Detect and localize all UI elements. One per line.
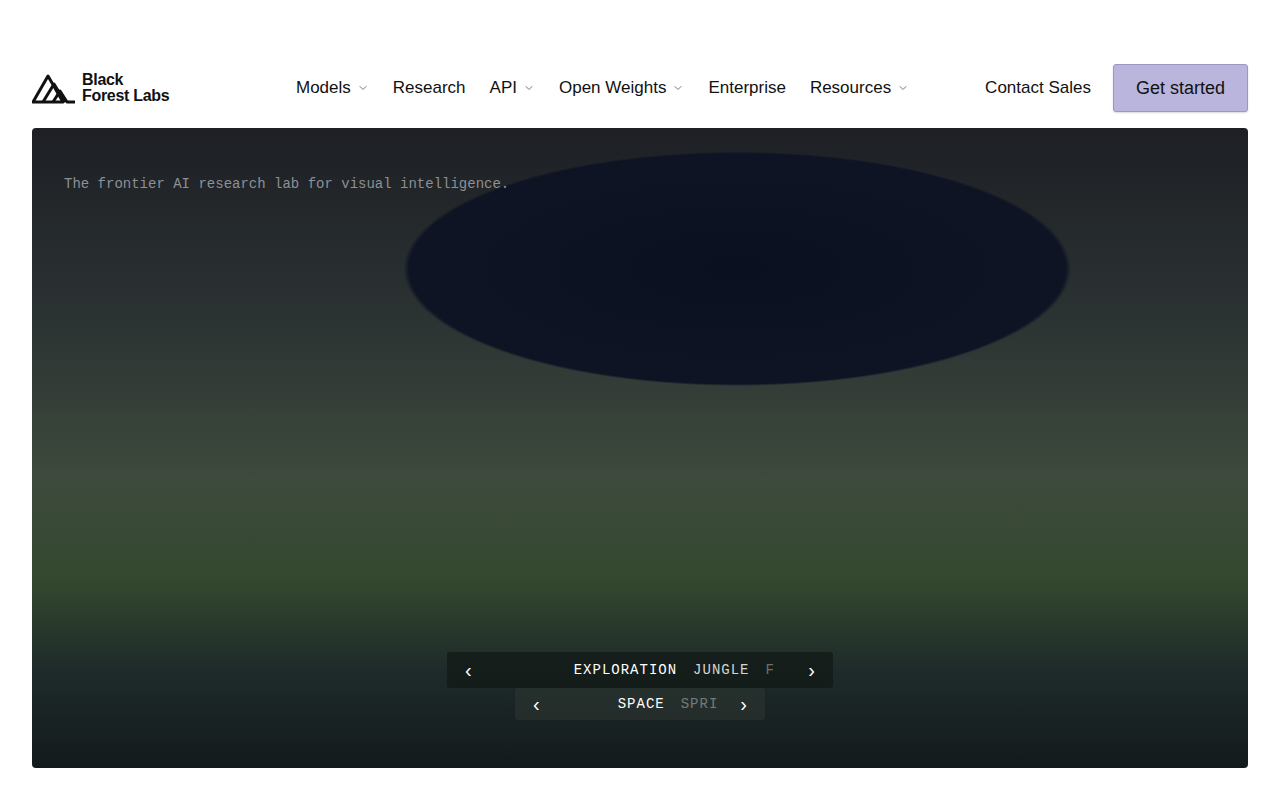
- carousel-prev-button[interactable]: ‹: [461, 660, 476, 680]
- header: BlackForest Labs Models Research API Open We…: [0, 0, 1280, 128]
- chevron-down-icon: [523, 82, 535, 94]
- carousel-row: ‹ SPACE SPRI ›: [515, 688, 765, 720]
- contact-sales-link[interactable]: Contact Sales: [985, 78, 1091, 98]
- carousel-row: ‹ EXPLORATION JUNGLE F ›: [447, 652, 833, 688]
- carousel-stack: ‹ EXPLORATION JUNGLE F › ‹ SPACE SPRI ›: [32, 652, 1248, 720]
- carousel-next-button[interactable]: ›: [736, 694, 751, 714]
- get-started-button[interactable]: Get started: [1113, 64, 1248, 112]
- carousel-item[interactable]: F: [766, 662, 775, 678]
- logo-mountain-icon: [32, 72, 76, 104]
- nav-item[interactable]: Research: [393, 78, 466, 98]
- main-nav: Models Research API Open Weights Enterprise R…: [296, 78, 985, 98]
- carousel-track[interactable]: SPACE SPRI: [544, 696, 737, 712]
- nav-item[interactable]: Models: [296, 78, 369, 98]
- carousel-next-button[interactable]: ›: [804, 660, 819, 680]
- carousel-item[interactable]: EXPLORATION: [574, 662, 677, 678]
- nav-item[interactable]: Enterprise: [708, 78, 785, 98]
- logo[interactable]: BlackForest Labs: [32, 72, 232, 104]
- carousel-item[interactable]: SPACE: [618, 696, 665, 712]
- hero-tagline: The frontier AI research lab for visual …: [64, 176, 1216, 192]
- chevron-down-icon: [672, 82, 684, 94]
- chevron-down-icon: [897, 82, 909, 94]
- header-actions: Contact Sales Get started: [985, 64, 1248, 112]
- carousel-prev-button[interactable]: ‹: [529, 694, 544, 714]
- page: BlackForest Labs Models Research API Open We…: [0, 0, 1280, 800]
- logo-text: BlackForest Labs: [82, 72, 169, 104]
- carousel-item[interactable]: SPRI: [681, 696, 719, 712]
- hero-image: The frontier AI research lab for visual …: [32, 128, 1248, 768]
- nav-item[interactable]: Open Weights: [559, 78, 684, 98]
- nav-item[interactable]: Resources: [810, 78, 909, 98]
- carousel-item[interactable]: JUNGLE: [693, 662, 749, 678]
- chevron-down-icon: [357, 82, 369, 94]
- nav-item[interactable]: API: [490, 78, 535, 98]
- carousel-track[interactable]: EXPLORATION JUNGLE F: [476, 662, 805, 678]
